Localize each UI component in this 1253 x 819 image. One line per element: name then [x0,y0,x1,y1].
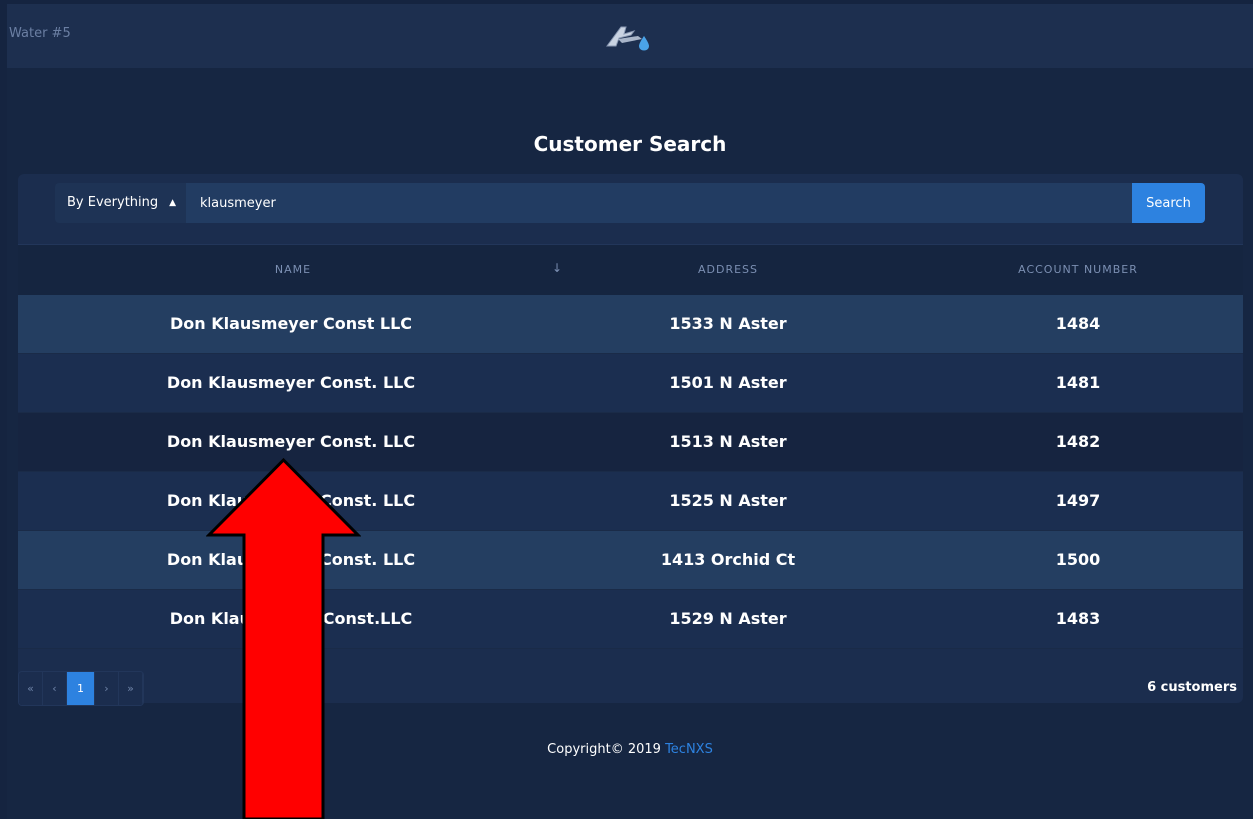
table-row[interactable]: Don Klausmeyer Const. LLC 1501 N Aster 1… [18,354,1243,413]
page-title: Customer Search [533,132,727,156]
customer-address: 1413 Orchid Ct [660,550,796,569]
table-row[interactable]: Don Klausmeyer Const.LLC 1529 N Aster 14… [18,590,1243,649]
pagination: « ‹ 1 › » [18,671,144,706]
search-filter-select[interactable]: By Everything ▲ [55,183,186,223]
next-page-button[interactable]: › [95,672,119,705]
water-drop-logo-icon[interactable] [604,22,650,52]
customer-address: 1501 N Aster [669,373,787,392]
table-header: NAME ↓ ADDRESS ACCOUNT NUMBER [18,244,1243,295]
table-row[interactable]: Don Klausmeyer Const. LLC 1525 N Aster 1… [18,472,1243,531]
table-row[interactable]: Don Klausmeyer Const. LLC 1513 N Aster 1… [18,413,1243,472]
sort-arrow-down-icon[interactable]: ↓ [552,261,562,275]
account-number: 1497 [1055,491,1101,510]
customer-address: 1513 N Aster [669,432,787,451]
account-number: 1482 [1055,432,1101,451]
search-button[interactable]: Search [1132,183,1205,223]
table-row[interactable]: Don Klausmeyer Const LLC 1533 N Aster 14… [18,295,1243,354]
table-row[interactable]: Don Klausmeyer Const. LLC 1413 Orchid Ct… [18,531,1243,590]
copyright-text: Copyright© 2019 [547,742,661,757]
account-number: 1483 [1055,609,1101,628]
first-page-button[interactable]: « [19,672,43,705]
select-caret-icon: ▲ [169,198,176,208]
previous-page-button[interactable]: ‹ [43,672,67,705]
column-header-address[interactable]: ADDRESS [668,263,788,276]
account-number: 1484 [1055,314,1101,333]
search-filter-value: By Everything [67,195,159,210]
customer-address: 1529 N Aster [669,609,787,628]
search-bar: By Everything ▲ Search [55,183,1207,223]
account-number: 1481 [1055,373,1101,392]
search-input[interactable] [186,183,1132,223]
customer-table: NAME ↓ ADDRESS ACCOUNT NUMBER Don Klausm… [18,244,1243,649]
app-window: Water #5 Customer Search By Everything ▲… [7,4,1253,819]
customer-address: 1533 N Aster [669,314,787,333]
result-count: 6 customers [1147,680,1237,695]
customer-search-card: By Everything ▲ Search NAME ↓ ADDRESS AC… [18,174,1243,706]
current-page-button[interactable]: 1 [67,672,95,705]
last-page-button[interactable]: » [119,672,143,705]
top-navbar: Water #5 [7,4,1253,68]
account-number: 1500 [1055,550,1101,569]
customer-address: 1525 N Aster [669,491,787,510]
company-link[interactable]: TecNXS [665,742,713,757]
app-title: Water #5 [9,26,71,41]
footer: Copyright© 2019 TecNXS [7,742,1253,757]
column-header-name[interactable]: NAME [258,263,328,276]
red-arrow-annotation-icon [206,457,361,819]
column-header-account-number[interactable]: ACCOUNT NUMBER [978,263,1178,276]
